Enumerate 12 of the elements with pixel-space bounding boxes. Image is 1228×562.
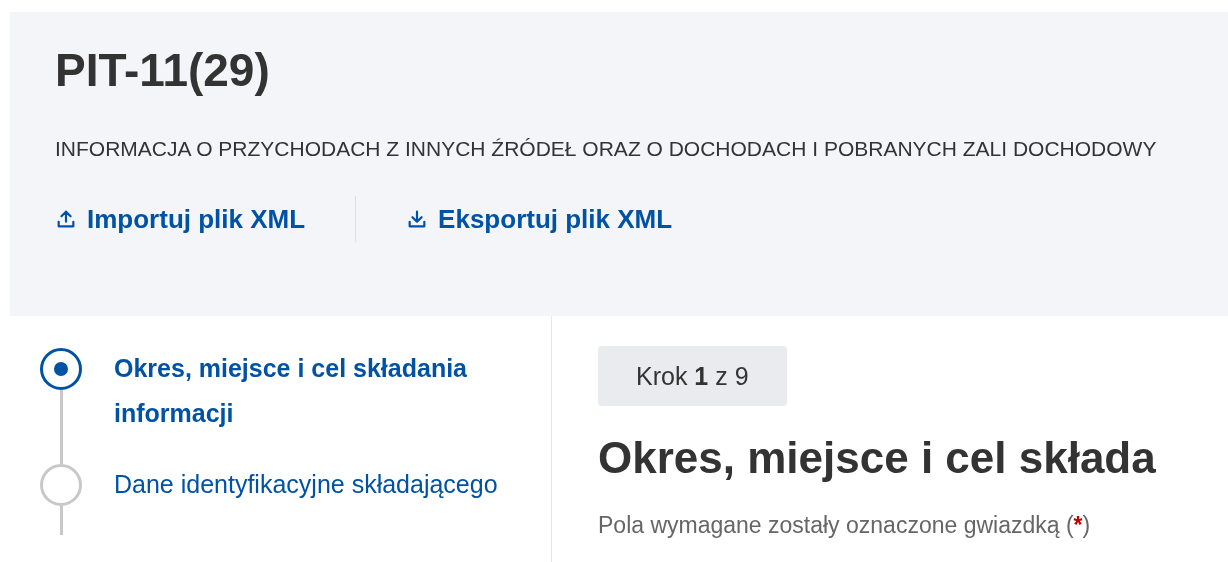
required-asterisk: * [1073,511,1083,540]
form-description: INFORMACJA O PRZYCHODACH Z INNYCH ŹRÓDEŁ ORAZ O DOCHODACH I POBRANYCH ZALI DOCHODOWY [55,136,1158,162]
required-note: Pola wymagane zostały oznaczone gwiazdką ( [598,511,1074,540]
required-note-end: ) [1082,511,1091,540]
step-link[interactable]: Dane identyfikacyjne składającego [114,462,514,535]
export-link[interactable]: Eksportuj plik XML [406,199,673,239]
import-link[interactable]: Importuj plik XML [55,199,306,239]
step-link[interactable]: Okres, miejsce i cel składania informacji [114,346,514,464]
upload-icon [55,208,77,230]
step-heading: Okres, miejsce i cel składa [598,432,1156,484]
step-counter: Krok 1 z 9 [598,346,787,406]
form-title: PIT-11(29) [55,43,270,98]
